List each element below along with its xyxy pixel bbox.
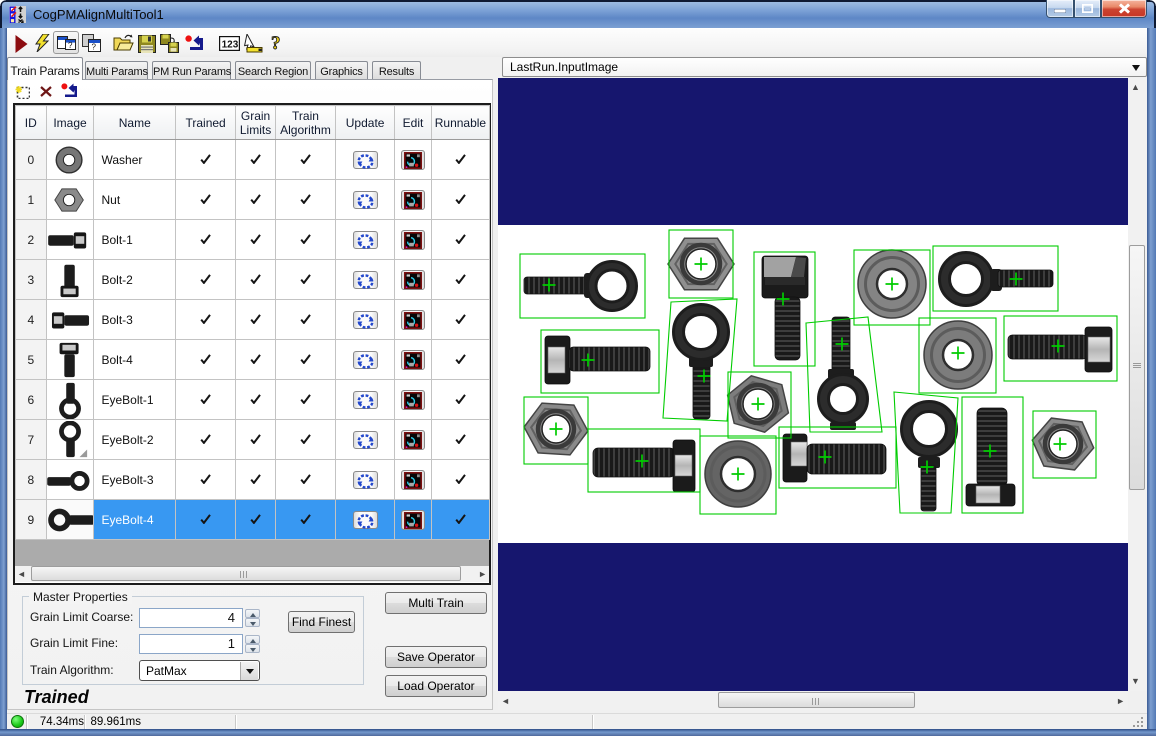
svg-text:?: ? [92,43,97,52]
svg-text:?: ? [68,41,73,50]
svg-text:?: ? [271,33,281,53]
svg-text:123: 123 [222,40,239,51]
